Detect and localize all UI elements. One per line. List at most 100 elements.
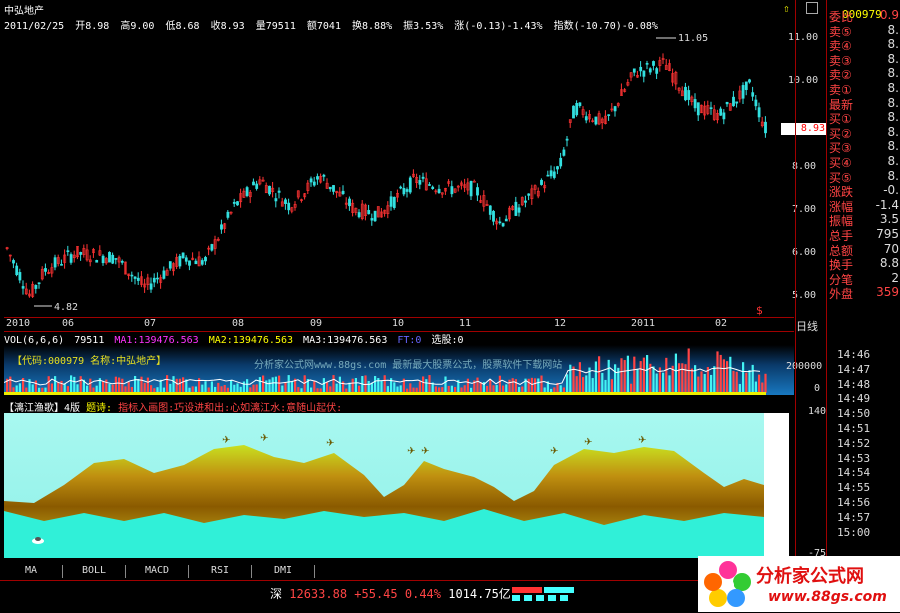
bird-icon: ✈ [421, 446, 429, 457]
candle-body [114, 258, 118, 260]
volume-bar [646, 355, 649, 393]
indicator-landscape[interactable]: ✈ ✈ ✈ ✈ ✈ ✈ ✈ ✈ [4, 413, 789, 558]
candle-body [66, 250, 70, 253]
volume-bar [57, 381, 60, 393]
bird-icon: ✈ [222, 435, 230, 446]
bird-icon: ✈ [584, 437, 592, 448]
indicator-axis-top: 140 [808, 406, 827, 417]
candle-body [693, 99, 697, 109]
candle-body [328, 186, 332, 190]
side-row-value: 8. [887, 110, 899, 125]
candle-body [514, 201, 518, 216]
volume-bar [751, 364, 754, 393]
side-row: 卖⑤ 8. [827, 23, 900, 39]
index-turnover: 1014.75亿 [448, 587, 511, 601]
volume-bar [150, 385, 153, 393]
side-row-value: 8. [887, 154, 899, 168]
price-tick: 11.00 [788, 32, 819, 43]
tab-boll[interactable]: BOLL [63, 565, 126, 578]
volume-bar [607, 359, 610, 393]
candle-body [722, 112, 726, 120]
candle-body [546, 174, 550, 177]
candle-body [210, 244, 214, 251]
tick-time: 14:46 [837, 348, 871, 361]
quote-line: 2011/02/25 开8.98 高9.00 低8.68 收8.93 量7951… [4, 17, 794, 32]
side-row: 涨幅 -1.4 [827, 198, 900, 214]
market-breadth-bar-2 [512, 595, 574, 601]
volume-bar [134, 375, 137, 393]
volume-bar [710, 374, 713, 393]
period-label[interactable]: 日线 [796, 318, 818, 334]
volume-bar [255, 384, 258, 393]
bell-icon[interactable]: ⇧ [783, 2, 795, 15]
volume-bar [527, 378, 530, 393]
volume-bar [393, 382, 396, 393]
candle-body [725, 101, 729, 105]
candle-body [632, 68, 636, 73]
candle-body [178, 255, 182, 267]
min-price-label: 4.82 [54, 302, 78, 313]
candle-body [236, 201, 239, 206]
side-row-value: 8. [887, 168, 899, 183]
market-index[interactable]: 深 12633.88 +55.45 0.44% 1014.75亿 [270, 585, 511, 602]
candle-body [405, 189, 409, 192]
side-row-value: 8. [887, 95, 899, 110]
candle-body [652, 61, 655, 66]
tab-macd[interactable]: MACD [126, 565, 189, 578]
side-row-value: 8. [887, 66, 899, 81]
volume-bar [34, 380, 37, 393]
volume-bar [738, 384, 741, 393]
volume-bar [137, 379, 140, 393]
volume-bar [15, 385, 18, 393]
volume-bar [262, 375, 265, 393]
volume-bar [380, 380, 383, 393]
volume-bar [127, 382, 130, 393]
volume-bar [498, 375, 501, 393]
window-icon[interactable] [806, 2, 818, 14]
volume-bar [668, 375, 671, 393]
volume-bar [495, 385, 498, 393]
volume-bar [505, 384, 508, 393]
candle-body [220, 224, 223, 230]
tick-time: 14:47 [837, 362, 871, 376]
candle-body [450, 186, 454, 195]
volume-bar [79, 376, 82, 393]
candle-body [226, 211, 230, 218]
candle-body [309, 178, 313, 183]
volume-legend: VOL(6,6,6) 79511 MA1:139476.563 MA2:1394… [4, 331, 794, 346]
volume-bar [486, 385, 489, 393]
candle-body [136, 277, 140, 281]
volume-bar [105, 379, 108, 393]
indicator-tabs: MA BOLL MACD RSI DMI [0, 565, 330, 579]
volume-bar [274, 376, 277, 393]
volume-bar [585, 375, 588, 393]
volume-bar [530, 377, 533, 393]
volume-bar [236, 383, 239, 393]
volume-bar [425, 379, 428, 393]
volume-bar [630, 383, 633, 393]
indicator-header: 【漓江渔歌】4版 题诗: 指标入画图:巧设进和出:心如漓江水:意随山起伏: [4, 399, 794, 414]
volume-bar [111, 384, 114, 393]
price-chart[interactable]: 11.05 4.82 $ [4, 30, 794, 316]
volume-pane[interactable]: 【代码:000979 名称:中弘地产】 分析家公式网www.88gs.com 最… [4, 345, 794, 395]
volume-bar [242, 381, 245, 393]
volume-bar [742, 362, 745, 393]
tab-rsi[interactable]: RSI [189, 565, 252, 578]
candle-body [348, 198, 351, 207]
date-label: 2010 [6, 318, 31, 329]
volume-bar [367, 381, 370, 393]
side-row-value: 2 [891, 270, 899, 285]
volume-bar [284, 382, 287, 393]
volume-bar [230, 380, 233, 393]
volume-bar [690, 368, 693, 393]
volume-bar [76, 384, 79, 393]
tab-dmi[interactable]: DMI [252, 565, 315, 578]
tab-ma[interactable]: MA [0, 565, 63, 578]
logo-text: 分析家公式网 [756, 566, 864, 587]
volume-bar [418, 381, 421, 393]
side-row: 卖③ 8. [827, 52, 900, 68]
tick-time: 14:54 [837, 466, 871, 480]
date-label: 08 [232, 318, 245, 329]
side-row: 委比 0.9 [827, 8, 900, 24]
volume-bar [370, 382, 373, 393]
